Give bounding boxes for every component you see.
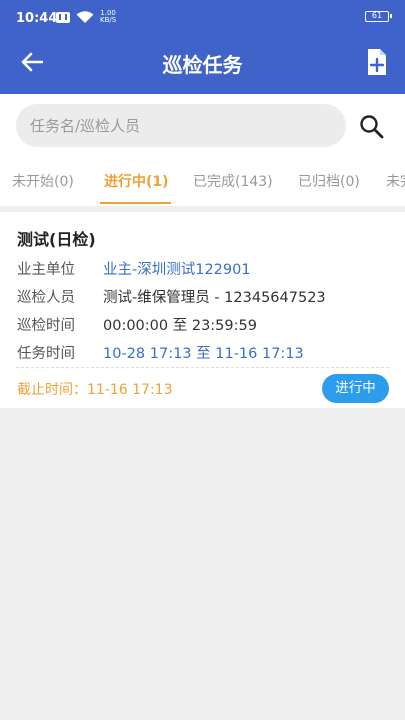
field-value: 10-28 17:13 至 11-16 17:13 bbox=[103, 346, 304, 362]
wifi-icon bbox=[76, 11, 94, 23]
page-title: 巡检任务 bbox=[162, 53, 243, 77]
add-task-button[interactable] bbox=[363, 46, 391, 78]
status-badge-button[interactable]: 进行中 bbox=[322, 374, 389, 403]
status-tabs: 未开始(0) 进行中(1) 已完成(143) 已归档(0) 未完 bbox=[0, 156, 405, 206]
status-icons: 1.00 KB/S bbox=[56, 10, 116, 24]
tab-unfinished[interactable]: 未完 bbox=[386, 171, 405, 191]
battery-icon: 61 bbox=[365, 11, 392, 22]
task-card[interactable]: 测试(日检) 业主单位 业主-深圳测试122901 巡检人员 测试-维保管理员 - … bbox=[0, 212, 405, 408]
message-notification-icon bbox=[56, 11, 70, 23]
network-speed-unit: KB/S bbox=[100, 16, 117, 24]
deadline-text: 截止时间：11-16 17:13 bbox=[17, 382, 173, 398]
field-value: 测试-维保管理员 - 12345647523 bbox=[103, 290, 326, 306]
search-icon bbox=[360, 115, 384, 139]
task-field-inspection-time: 巡检时间 00:00:00 至 23:59:59 bbox=[17, 314, 257, 335]
status-time: 10:44 bbox=[16, 11, 58, 26]
search-button[interactable] bbox=[358, 113, 386, 141]
status-bar: 10:44 1.00 KB/S 61 bbox=[0, 0, 405, 30]
app-bar: 巡检任务 bbox=[0, 30, 405, 94]
field-label: 巡检时间 bbox=[17, 318, 75, 334]
tab-completed[interactable]: 已完成(143) bbox=[193, 171, 273, 191]
field-label: 巡检人员 bbox=[17, 290, 75, 306]
task-field-owner: 业主单位 业主-深圳测试122901 bbox=[17, 258, 251, 279]
tab-not-started[interactable]: 未开始(0) bbox=[12, 171, 74, 191]
field-label: 业主单位 bbox=[17, 262, 75, 278]
network-speed: 1.00 KB/S bbox=[100, 10, 116, 24]
tab-archived[interactable]: 已归档(0) bbox=[298, 171, 360, 191]
active-tab-indicator bbox=[100, 202, 171, 204]
field-value: 00:00:00 至 23:59:59 bbox=[103, 318, 257, 334]
tab-in-progress[interactable]: 进行中(1) bbox=[104, 171, 169, 191]
search-input[interactable] bbox=[16, 104, 346, 147]
search-bar bbox=[0, 94, 405, 156]
task-field-task-time: 任务时间 10-28 17:13 至 11-16 17:13 bbox=[17, 342, 304, 363]
task-title: 测试(日检) bbox=[17, 230, 96, 249]
card-divider bbox=[16, 367, 389, 368]
task-field-inspector: 巡检人员 测试-维保管理员 - 12345647523 bbox=[17, 286, 326, 307]
field-label: 任务时间 bbox=[17, 346, 75, 362]
field-value: 业主-深圳测试122901 bbox=[103, 262, 251, 278]
add-file-icon bbox=[368, 49, 386, 75]
